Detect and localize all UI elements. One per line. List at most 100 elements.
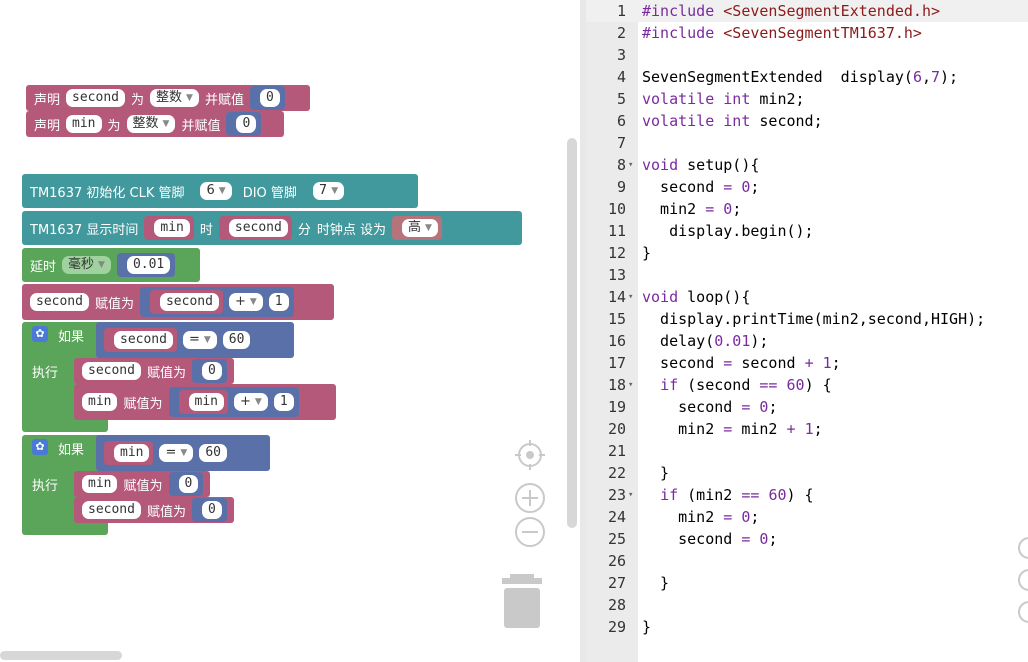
code-line[interactable]: 18 ▾ if (second == 60) { [586, 374, 1028, 396]
var-min-block[interactable]: min [144, 216, 194, 240]
code-line[interactable]: 23 ▾ if (min2 == 60) { [586, 484, 1028, 506]
code-text[interactable]: volatile int second; [642, 110, 823, 132]
code-line[interactable]: 10 min2 = 0; [586, 198, 1028, 220]
number-field[interactable]: 60 [222, 331, 251, 349]
code-text[interactable]: } [642, 572, 669, 594]
code-line[interactable]: 5 volatile int min2; [586, 88, 1028, 110]
code-line[interactable]: 11 display.begin(); [586, 220, 1028, 242]
math-block[interactable]: second + ▼ 1 [139, 287, 294, 317]
tm1637-init-block[interactable]: TM1637 初始化 CLK 管脚 6 ▼ DIO 管脚 7 ▼ [22, 174, 418, 208]
operator-dropdown[interactable]: = ▼ [159, 444, 194, 462]
var-field[interactable]: second [114, 331, 173, 349]
number-block[interactable]: 0 [191, 498, 227, 522]
code-line[interactable]: 28 [586, 594, 1028, 616]
number-block[interactable]: 0.01 [116, 253, 176, 277]
var-name-field[interactable]: second [66, 89, 125, 107]
code-text[interactable]: display.begin(); [642, 220, 814, 242]
code-line[interactable]: 16 delay(0.01); [586, 330, 1028, 352]
code-text[interactable]: volatile int min2; [642, 88, 805, 110]
var-field[interactable]: min [188, 393, 224, 411]
compare-block[interactable]: second = ▼ 60 [96, 322, 294, 358]
code-text[interactable]: second = 0; [642, 396, 777, 418]
var-field[interactable]: second [30, 293, 89, 311]
code-text[interactable]: #include <SevenSegmentTM1637.h> [642, 22, 922, 44]
zoom-out-icon[interactable] [514, 516, 546, 548]
code-line[interactable]: 25 second = 0; [586, 528, 1028, 550]
code-text[interactable]: #include <SevenSegmentExtended.h> [642, 0, 940, 22]
number-field[interactable]: 1 [268, 293, 289, 311]
code-line[interactable]: 26 [586, 550, 1028, 572]
delay-block[interactable]: 延时 毫秒 ▼ 0.01 [22, 248, 200, 282]
var-field[interactable]: min [82, 393, 118, 411]
var-field[interactable]: second [82, 501, 141, 519]
operator-dropdown[interactable]: + ▼ [233, 393, 268, 411]
blockly-workspace[interactable]: 声明 second 为 整数 ▼ 并赋值 0 声明 min 为 整数 ▼ 并赋值 0… [0, 0, 580, 662]
code-line[interactable]: 20 min2 = min2 + 1; [586, 418, 1028, 440]
code-text[interactable]: SevenSegmentExtended display(6,7); [642, 66, 958, 88]
code-line[interactable]: 14 ▾ void loop(){ [586, 286, 1028, 308]
type-dropdown[interactable]: 整数 ▼ [150, 89, 199, 107]
trash-icon[interactable] [500, 572, 544, 630]
code-line[interactable]: 6 volatile int second; [586, 110, 1028, 132]
code-text[interactable]: display.printTime(min2,second,HIGH); [642, 308, 985, 330]
fold-toggle-icon[interactable]: ▾ [628, 484, 633, 506]
number-field[interactable]: 1 [273, 393, 294, 411]
code-text[interactable]: second = second + 1; [642, 352, 841, 374]
zoom-in-icon[interactable] [514, 482, 546, 514]
code-text[interactable]: } [642, 616, 651, 638]
number-field[interactable]: 60 [199, 444, 227, 462]
number-block[interactable]: 0 [168, 472, 204, 496]
code-line[interactable]: 15 display.printTime(min2,second,HIGH); [586, 308, 1028, 330]
code-text[interactable]: if (second == 60) { [642, 374, 832, 396]
declare-min-block[interactable]: 声明 min 为 整数 ▼ 并赋值 0 [26, 111, 284, 137]
gear-icon[interactable]: ✿ [32, 439, 48, 455]
code-text[interactable]: min2 = 0; [642, 506, 759, 528]
var-name-field[interactable]: min [66, 115, 102, 133]
clk-pin-dropdown[interactable]: 6 ▼ [200, 182, 232, 200]
fold-toggle-icon[interactable]: ▾ [628, 286, 633, 308]
code-line[interactable]: 19 second = 0; [586, 396, 1028, 418]
code-text[interactable]: min2 = 0; [642, 198, 741, 220]
number-block[interactable]: 0 [249, 86, 285, 110]
code-line[interactable]: 27 } [586, 572, 1028, 594]
code-line[interactable]: 1 #include <SevenSegmentExtended.h> [586, 0, 1028, 22]
code-text[interactable]: } [642, 462, 669, 484]
fold-toggle-icon[interactable]: ▾ [628, 374, 633, 396]
code-line[interactable]: 29} [586, 616, 1028, 638]
code-line[interactable]: 9 second = 0; [586, 176, 1028, 198]
operator-dropdown[interactable]: + ▼ [228, 293, 263, 311]
code-text[interactable]: } [642, 242, 651, 264]
number-block[interactable]: 0 [226, 112, 262, 136]
vertical-scrollbar[interactable] [567, 138, 577, 528]
var-second-block[interactable]: second [104, 328, 177, 352]
target-icon[interactable] [514, 439, 546, 471]
assign-min-zero-block[interactable]: min 赋值为 0 [74, 471, 210, 497]
number-field[interactable]: 0 [236, 115, 257, 133]
code-line[interactable]: 24 min2 = 0; [586, 506, 1028, 528]
var-min-block[interactable]: min [104, 441, 154, 465]
assign-second-zero-block[interactable]: second 赋值为 0 [74, 358, 234, 384]
code-line[interactable]: 22 } [586, 462, 1028, 484]
dio-pin-dropdown[interactable]: 7 ▼ [312, 182, 345, 200]
code-line[interactable]: 4 SevenSegmentExtended display(6,7); [586, 66, 1028, 88]
code-text[interactable]: second = 0; [642, 176, 759, 198]
gear-icon[interactable]: ✿ [32, 326, 48, 342]
number-field[interactable]: 0 [201, 362, 222, 380]
code-line[interactable]: 12} [586, 242, 1028, 264]
dio-pin-block[interactable]: 7 ▼ [302, 179, 350, 203]
clk-pin-block[interactable]: 6 ▼ [190, 179, 237, 203]
tm1637-show-time-block[interactable]: TM1637 显示时间 min 时 second 分 时钟点 设为 高 ▼ [22, 211, 522, 245]
level-dropdown[interactable]: 高 ▼ [402, 219, 438, 237]
number-block[interactable]: 0 [191, 359, 227, 383]
delay-unit-dropdown[interactable]: 毫秒 ▼ [62, 256, 111, 274]
number-field[interactable]: 0.01 [126, 256, 171, 274]
code-editor[interactable]: 1 #include <SevenSegmentExtended.h> 2 #incl… [586, 0, 1028, 662]
var-field[interactable]: min [154, 219, 190, 237]
code-text[interactable]: delay(0.01); [642, 330, 768, 352]
code-line[interactable]: 2 #include <SevenSegmentTM1637.h> [586, 22, 1028, 44]
code-text[interactable]: void setup(){ [642, 154, 759, 176]
code-line[interactable]: 3 [586, 44, 1028, 66]
horizontal-scrollbar[interactable] [0, 651, 122, 660]
compare-block[interactable]: min = ▼ 60 [96, 435, 270, 471]
var-field[interactable]: min [82, 475, 118, 493]
